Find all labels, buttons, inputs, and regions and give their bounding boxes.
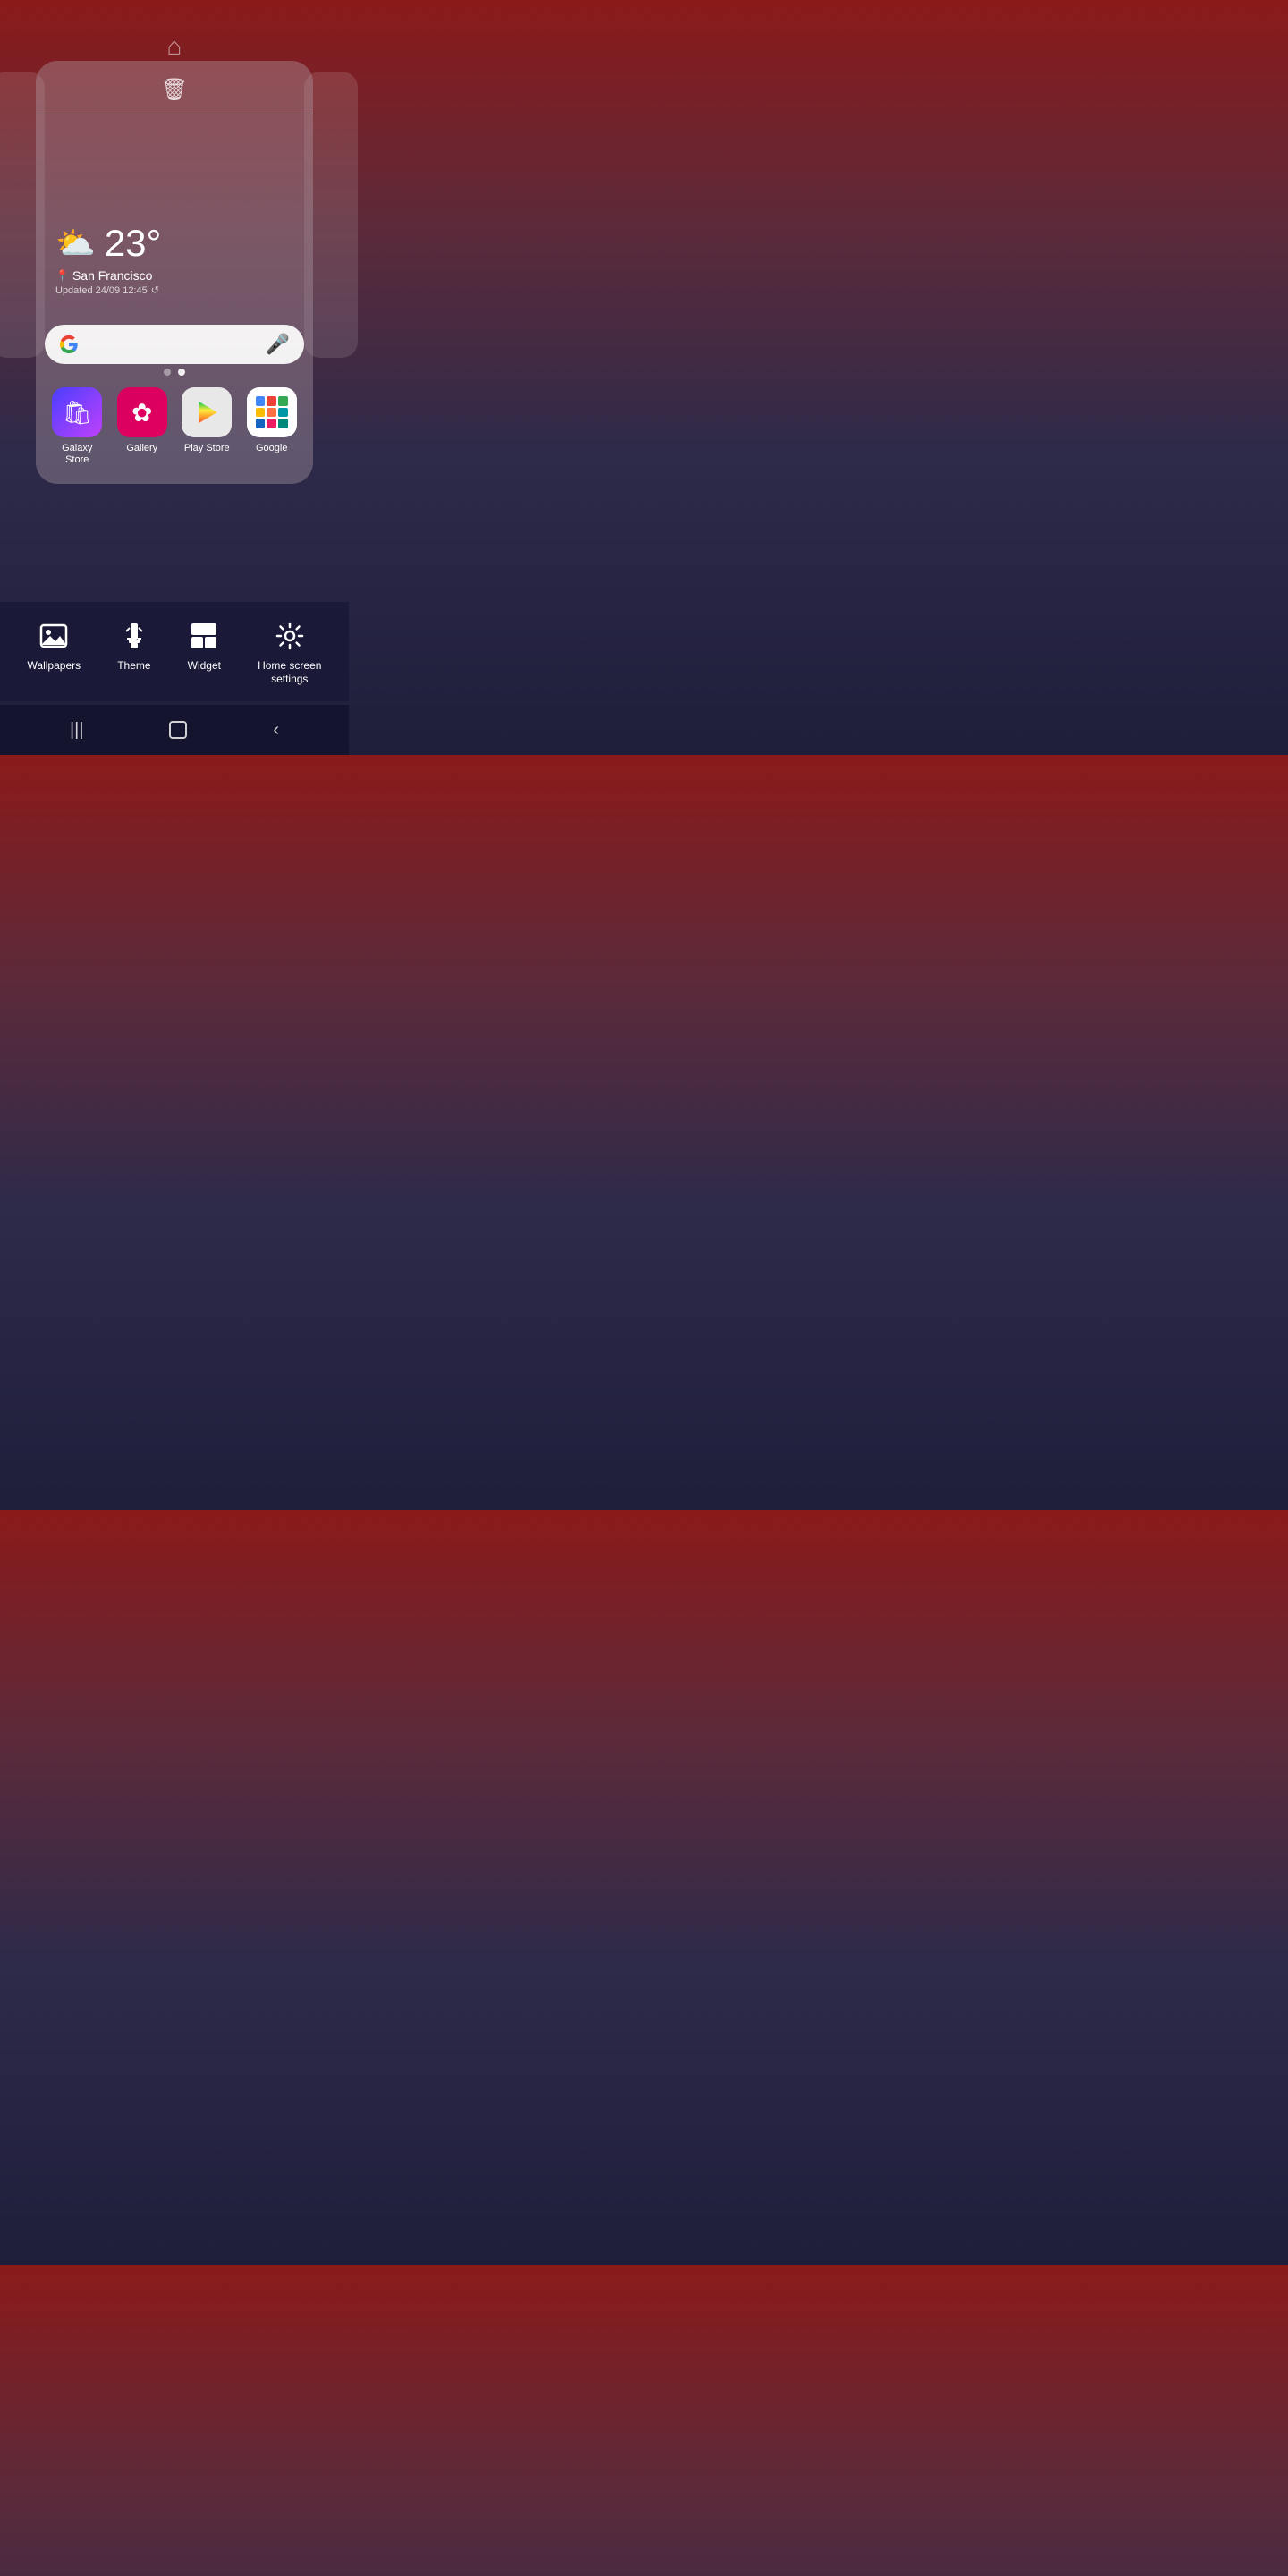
weather-widget: ⛅ 23° 📍 San Francisco Updated 24/09 12:4… bbox=[36, 114, 313, 310]
page-dots bbox=[164, 369, 185, 376]
google-grid-icon bbox=[256, 396, 288, 428]
weather-location: 📍 San Francisco bbox=[55, 268, 293, 283]
play-store-icon[interactable] bbox=[182, 387, 232, 437]
play-triangle-icon bbox=[191, 397, 222, 428]
menu-item-home-screen-settings[interactable]: Home screensettings bbox=[258, 620, 321, 687]
widget-icon bbox=[188, 620, 220, 652]
mic-icon[interactable]: 🎤 bbox=[266, 333, 290, 356]
play-store-label: Play Store bbox=[184, 443, 230, 454]
app-item-google[interactable]: Google bbox=[247, 387, 297, 466]
app-row: 🛍 GalaxyStore ✿ Gallery bbox=[36, 378, 313, 466]
app-item-gallery[interactable]: ✿ Gallery bbox=[117, 387, 167, 466]
updated-text: Updated 24/09 12:45 bbox=[55, 285, 148, 296]
google-label: Google bbox=[256, 443, 287, 454]
trash-icon[interactable]: 🗑 bbox=[161, 77, 188, 103]
gallery-icon[interactable]: ✿ bbox=[117, 387, 167, 437]
page-dot-1 bbox=[164, 369, 171, 376]
home-screen-settings-label: Home screensettings bbox=[258, 659, 321, 687]
widget-label: Widget bbox=[188, 659, 221, 674]
menu-item-wallpapers[interactable]: Wallpapers bbox=[28, 620, 81, 674]
theme-label: Theme bbox=[117, 659, 150, 674]
google-search-bar[interactable]: 🎤 bbox=[45, 325, 304, 364]
home-nav-icon bbox=[169, 721, 187, 739]
trash-area[interactable]: 🗑 bbox=[36, 61, 313, 114]
recents-button[interactable]: ||| bbox=[70, 720, 84, 741]
home-icon-top: ⌂ bbox=[167, 32, 182, 61]
back-button[interactable]: ‹ bbox=[273, 720, 279, 741]
location-name: San Francisco bbox=[72, 268, 152, 283]
refresh-icon: ↺ bbox=[151, 284, 159, 296]
home-screen-settings-icon bbox=[274, 620, 306, 652]
menu-item-widget[interactable]: Widget bbox=[188, 620, 221, 674]
weather-updated: Updated 24/09 12:45 ↺ bbox=[55, 284, 293, 296]
menu-item-theme[interactable]: Theme bbox=[117, 620, 150, 674]
recents-icon: ||| bbox=[70, 720, 84, 741]
weather-temperature: 23° bbox=[105, 222, 162, 265]
weather-icon: ⛅ bbox=[55, 225, 96, 262]
google-g-icon bbox=[59, 335, 79, 354]
galaxy-store-icon[interactable]: 🛍 bbox=[52, 387, 102, 437]
nav-bar: ||| ‹ bbox=[0, 705, 349, 755]
page-dot-2 bbox=[178, 369, 185, 376]
galaxy-store-label: GalaxyStore bbox=[62, 443, 92, 466]
wallpapers-icon bbox=[38, 620, 70, 652]
galaxy-store-bag-icon: 🛍 bbox=[63, 399, 92, 427]
bottom-menu: Wallpapers Theme Widget bbox=[0, 602, 349, 701]
google-icon[interactable] bbox=[247, 387, 297, 437]
main-card: 🗑 ⛅ 23° 📍 San Francisco Updated 24/09 12… bbox=[36, 61, 313, 484]
gallery-flower-icon: ✿ bbox=[131, 398, 152, 428]
theme-icon bbox=[118, 620, 150, 652]
wallpapers-label: Wallpapers bbox=[28, 659, 81, 674]
gallery-label: Gallery bbox=[126, 443, 157, 454]
app-item-galaxy-store[interactable]: 🛍 GalaxyStore bbox=[52, 387, 102, 466]
location-pin-icon: 📍 bbox=[55, 269, 69, 282]
app-item-play-store[interactable]: Play Store bbox=[182, 387, 232, 466]
home-button[interactable] bbox=[169, 721, 187, 739]
back-icon: ‹ bbox=[273, 720, 279, 741]
